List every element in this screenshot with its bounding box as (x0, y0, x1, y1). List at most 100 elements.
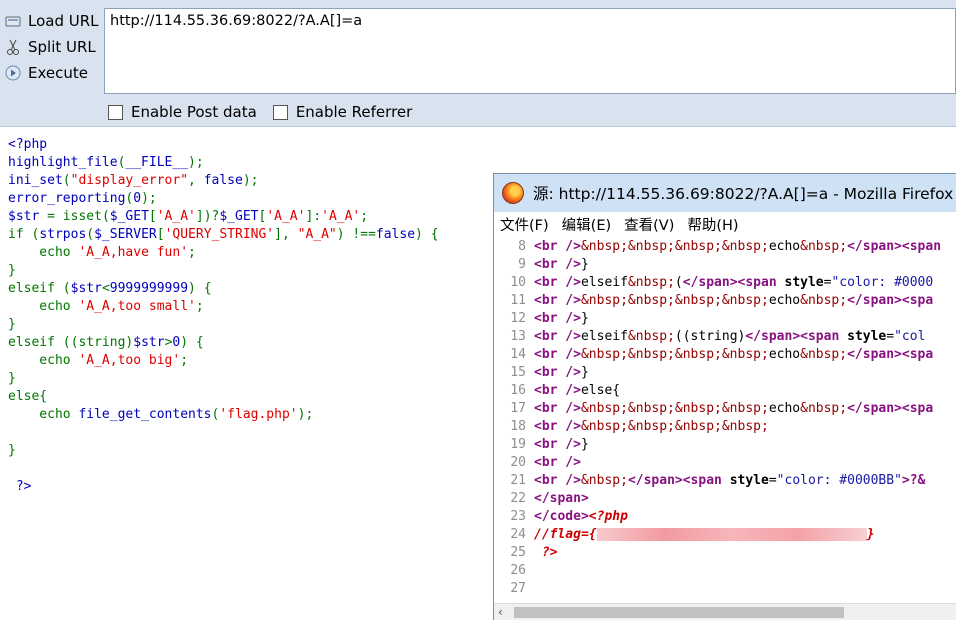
code-token: } (580, 437, 589, 452)
code-token: elseif (8, 335, 63, 350)
line-content: <br />} (534, 310, 589, 328)
line-content: <br />elseif&nbsp;(</span><span style="c… (534, 274, 933, 292)
code-token: <br /> (534, 455, 581, 470)
code-token: &nbsp; (800, 239, 848, 254)
source-line: 26 (494, 562, 956, 580)
code-token: <br /> (534, 311, 581, 326)
code-token: , (188, 173, 204, 188)
line-content: //flag={} (534, 526, 874, 544)
code-token: file_get_contents (78, 407, 212, 422)
line-number: 11 (510, 293, 526, 308)
line-content: <br />&nbsp;&nbsp;&nbsp;&nbsp;echo&nbsp;… (534, 400, 933, 418)
code-token: 'A_A' (156, 209, 196, 224)
code-token: ; (188, 245, 196, 260)
menu-view[interactable]: 查看(V) (624, 214, 674, 235)
code-token: 'A_A,too small' (78, 299, 196, 314)
source-line: } (8, 442, 439, 460)
code-token: echo (8, 353, 79, 368)
code-token: ini_set (8, 173, 63, 188)
line-content: <br />&nbsp;&nbsp;&nbsp;&nbsp;echo&nbsp;… (534, 346, 933, 364)
scroll-left-icon[interactable]: ‹ (498, 605, 503, 619)
code-token: 'flag.php' (219, 407, 298, 422)
source-line: echo 'A_A,too big'; (8, 352, 439, 370)
code-token: } (8, 443, 16, 458)
line-number: 27 (510, 581, 526, 596)
code-token: ( (62, 281, 71, 296)
code-token: <br /> (534, 275, 581, 290)
menu-edit[interactable]: 编辑(E) (562, 214, 611, 235)
source-line: 23 </code><?php (494, 508, 956, 526)
code-token: 'A_A' (266, 209, 306, 224)
enable-referrer-checkbox[interactable]: Enable Referrer (272, 103, 412, 121)
code-token: <br /> (534, 329, 581, 344)
split-url-label: Split URL (28, 38, 96, 56)
code-token: ?> (534, 545, 558, 560)
code-token: ]: (305, 209, 322, 224)
execute-button[interactable]: Execute (0, 60, 104, 86)
code-token: 'A_A,have fun' (78, 245, 189, 260)
code-token: &nbsp; (800, 347, 848, 362)
code-token: 'A_A' (321, 209, 361, 224)
code-token: ( (674, 275, 683, 290)
menu-help[interactable]: 帮助(H) (687, 214, 738, 235)
source-line: else{ (8, 388, 439, 406)
code-token: ((string) (62, 335, 134, 350)
code-token: elseif (8, 281, 63, 296)
line-number: 19 (510, 437, 526, 452)
code-token: = (768, 473, 777, 488)
source-line: 14 <br />&nbsp;&nbsp;&nbsp;&nbsp;echo&nbs… (494, 346, 956, 364)
enable-post-data-checkbox[interactable]: Enable Post data (108, 103, 257, 121)
code-token: <spa (901, 401, 934, 416)
code-token: &nbsp; (580, 473, 628, 488)
code-token: ( (62, 173, 71, 188)
redacted-flag (596, 528, 867, 541)
code-token: <span (737, 275, 785, 290)
view-source-code: 8 <br />&nbsp;&nbsp;&nbsp;&nbsp;echo&nbsp… (494, 238, 956, 604)
code-token: &nbsp;&nbsp;&nbsp;&nbsp; (580, 419, 769, 434)
source-line: error_reporting(0); (8, 190, 439, 208)
source-line: 12 <br />} (494, 310, 956, 328)
code-token: <spa (901, 347, 934, 362)
firefox-icon (502, 182, 524, 204)
source-line: 9 <br />} (494, 256, 956, 274)
load-url-icon (5, 16, 21, 27)
checkbox-box[interactable] (272, 104, 288, 120)
scrollbar-thumb[interactable] (514, 607, 844, 618)
code-token: </span> (847, 239, 902, 254)
code-token: </span> (627, 473, 683, 488)
code-token: </span> (682, 275, 738, 290)
source-line: <?php (8, 136, 439, 154)
code-token: echo (8, 407, 79, 422)
source-line: 15 <br />} (494, 364, 956, 382)
line-content: <br />else{ (534, 382, 620, 400)
menu-file[interactable]: 文件(F) (500, 214, 549, 235)
code-token: $str (133, 335, 165, 350)
code-token: <span (800, 329, 848, 344)
code-token: <br /> (534, 347, 581, 362)
code-token: ( (101, 209, 110, 224)
source-line: 20 <br /> (494, 454, 956, 472)
line-number: 16 (510, 383, 526, 398)
code-token: <br /> (534, 293, 581, 308)
window-title: 源: http://114.55.36.69:8022/?A.A[]=a - M… (533, 185, 954, 203)
source-line: elseif ($str<9999999999) { (8, 280, 439, 298)
code-token: $_SERVER (94, 227, 157, 242)
code-token: ])? (195, 209, 220, 224)
code-token: <?php (588, 509, 628, 524)
code-token: ); (242, 173, 259, 188)
code-token: } (8, 263, 16, 278)
window-titlebar[interactable]: 源: http://114.55.36.69:8022/?A.A[]=a - M… (494, 174, 956, 212)
horizontal-scrollbar[interactable]: ‹ (494, 603, 956, 620)
code-token: highlight_file (8, 155, 118, 170)
line-number: 12 (510, 311, 526, 326)
checkbox-box[interactable] (108, 104, 123, 120)
code-token: isset (62, 209, 102, 224)
line-number: 17 (510, 401, 526, 416)
load-url-button[interactable]: Load URL (0, 8, 104, 34)
line-content: <br />} (534, 364, 589, 382)
url-input[interactable]: http://114.55.36.69:8022/?A.A[]=a (104, 8, 956, 94)
line-number: 10 (510, 275, 526, 290)
split-url-button[interactable]: Split URL (0, 34, 104, 60)
line-content: </span> (534, 490, 589, 508)
code-token: "A_A" (297, 227, 337, 242)
